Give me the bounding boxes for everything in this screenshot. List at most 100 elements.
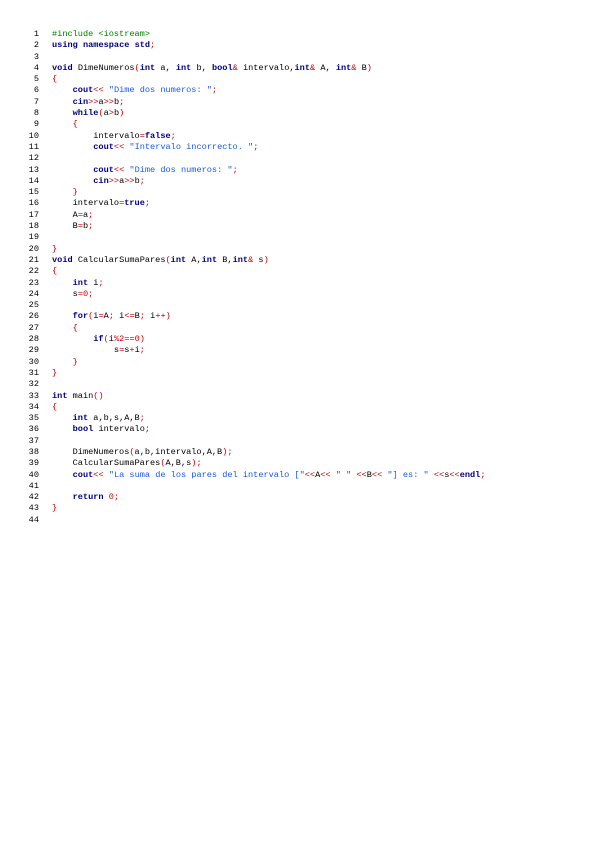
stream-token: cout bbox=[72, 85, 94, 96]
keyword-token: void bbox=[52, 254, 73, 265]
code-line: 1 #include <iostream> bbox=[0, 29, 599, 40]
line-source: s=s+i; bbox=[52, 345, 145, 356]
code-line: 35 int a,b,s,A,B; bbox=[0, 413, 599, 424]
operator-token: >> bbox=[108, 175, 120, 186]
code-line: 33 int main() bbox=[0, 391, 599, 402]
operator-token: ; bbox=[139, 345, 145, 356]
string-token: "] es: " bbox=[387, 469, 429, 480]
code-listing: 1 #include <iostream> 2 using namespace std… bbox=[0, 29, 599, 526]
line-number: 35 bbox=[28, 413, 39, 424]
operator-token: ); bbox=[222, 446, 233, 457]
code-line: 9 { bbox=[0, 119, 599, 130]
line-source: void CalcularSumaPares(int A,int B,int& … bbox=[52, 255, 269, 266]
operator-token: } bbox=[72, 187, 78, 198]
line-number: 25 bbox=[28, 300, 39, 311]
line-source: return 0; bbox=[52, 492, 119, 503]
line-number: 2 bbox=[33, 40, 39, 51]
line-number: 22 bbox=[28, 266, 39, 277]
operator-token: { bbox=[52, 74, 58, 85]
operator-token: ; bbox=[88, 288, 94, 299]
line-source: bool intervalo; bbox=[52, 424, 150, 435]
line-source: intervalo=false; bbox=[52, 131, 176, 142]
identifier-token: s bbox=[253, 254, 264, 265]
keyword-token: if bbox=[93, 334, 104, 345]
operator-token: << bbox=[433, 469, 445, 480]
operator-token: ; bbox=[139, 175, 145, 186]
line-source: cout<< "La suma de los pares del interva… bbox=[52, 470, 486, 481]
keyword-token: std bbox=[134, 40, 151, 51]
operator-token: ; bbox=[211, 85, 218, 96]
code-line: 37 bbox=[0, 436, 599, 447]
code-line: 6 cout<< "Dime dos numeros: "; bbox=[0, 85, 599, 96]
keyword-token: int bbox=[335, 62, 352, 73]
operator-token: ; bbox=[170, 130, 176, 141]
line-number: 37 bbox=[28, 435, 39, 446]
line-source: CalcularSumaPares(A,B,s); bbox=[52, 458, 202, 469]
operator-token: ++) bbox=[155, 311, 171, 322]
operator-token: ; bbox=[88, 221, 94, 232]
line-number: 23 bbox=[28, 277, 39, 288]
code-line: 24 s=0; bbox=[0, 289, 599, 300]
keyword-token: return bbox=[72, 492, 104, 503]
identifier-token: A, bbox=[186, 254, 202, 265]
operator-token: << bbox=[113, 164, 125, 175]
line-number: 27 bbox=[28, 322, 39, 333]
operator-token: ) bbox=[119, 108, 125, 119]
line-number: 17 bbox=[28, 209, 39, 220]
line-number: 34 bbox=[28, 401, 39, 412]
line-number: 39 bbox=[28, 458, 39, 469]
line-source: cout<< "Dime dos numeros: "; bbox=[52, 85, 217, 96]
operator-token: << bbox=[93, 85, 104, 96]
line-source: } bbox=[52, 187, 78, 198]
code-line: 13 cout<< "Dime dos numeros: "; bbox=[0, 165, 599, 176]
identifier-token: DimeNumeros bbox=[72, 446, 130, 457]
operator-token: ) bbox=[139, 334, 145, 345]
line-number: 10 bbox=[28, 130, 39, 141]
operator-token: ) bbox=[263, 254, 269, 265]
operator-token: } bbox=[52, 503, 58, 514]
line-source: cin>>a>>b; bbox=[52, 96, 125, 108]
line-source: { bbox=[52, 74, 57, 85]
keyword-token: int bbox=[52, 390, 68, 401]
line-number: 18 bbox=[28, 221, 39, 232]
line-source: using namespace std; bbox=[52, 40, 155, 51]
line-source: A=a; bbox=[52, 210, 94, 221]
code-line: 31} bbox=[0, 368, 599, 379]
operator-token: >> bbox=[88, 96, 99, 107]
operator-token: ; bbox=[253, 141, 259, 152]
operator-token: >> bbox=[124, 175, 135, 186]
identifier-token: a,b,s,A,B bbox=[88, 413, 140, 424]
operator-token: << bbox=[320, 469, 331, 480]
operator-token: ; bbox=[150, 40, 156, 51]
code-line: 14 cin>>a>>b; bbox=[0, 176, 599, 187]
keyword-token: endl bbox=[459, 469, 481, 480]
line-number: 33 bbox=[28, 390, 39, 401]
line-source: { bbox=[52, 266, 57, 277]
code-line: 26 for(i=A; i<=B; i++) bbox=[0, 311, 599, 322]
line-number: 6 bbox=[33, 85, 39, 96]
operator-token: ; bbox=[98, 277, 104, 288]
stream-token: cout bbox=[93, 164, 114, 175]
code-line: 5{ bbox=[0, 74, 599, 85]
code-line: 15 } bbox=[0, 187, 599, 198]
code-line: 38 DimeNumeros(a,b,intervalo,A,B); bbox=[0, 447, 599, 458]
keyword-token: false bbox=[144, 130, 171, 141]
document-page: 1 #include <iostream> 2 using namespace std… bbox=[0, 0, 599, 848]
keyword-token: int bbox=[72, 277, 89, 288]
identifier-token: DimeNumeros bbox=[77, 62, 135, 73]
line-number: 30 bbox=[28, 356, 39, 367]
code-line: 42 return 0; bbox=[0, 492, 599, 503]
line-source: } bbox=[52, 244, 57, 255]
line-source: { bbox=[52, 119, 78, 130]
